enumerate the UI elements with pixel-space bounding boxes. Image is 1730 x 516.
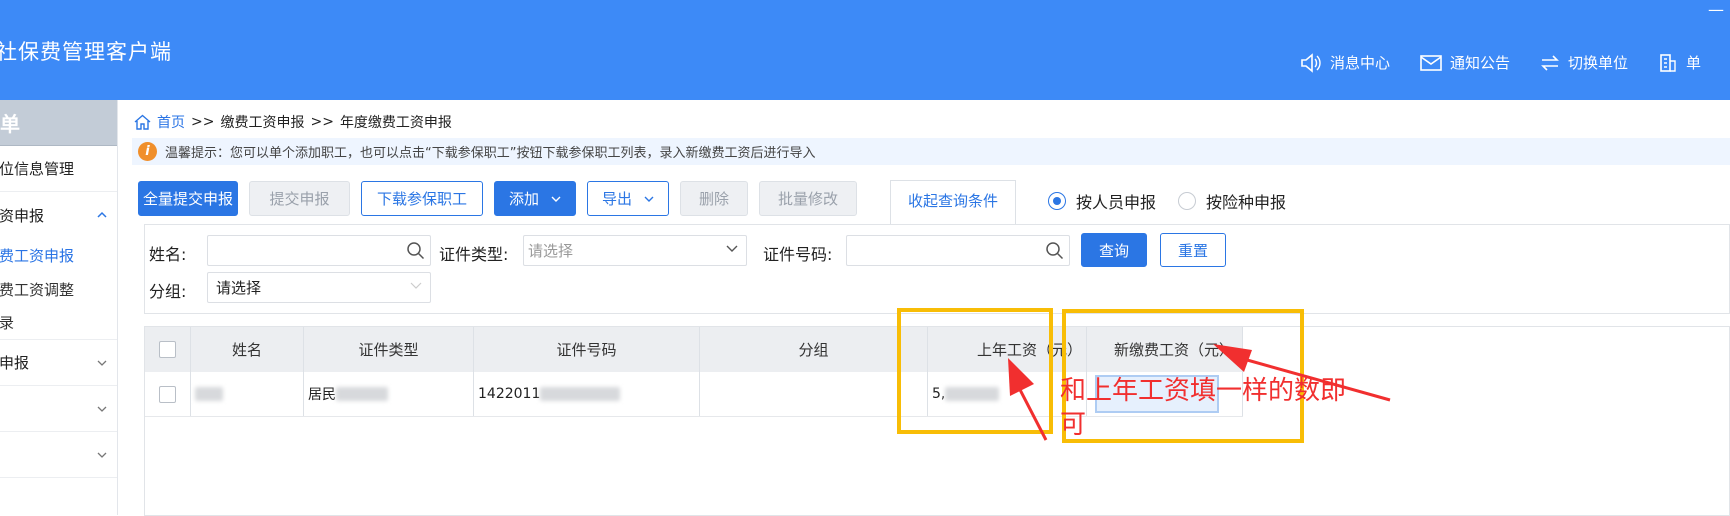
sidebar-item-collapsed-1[interactable] [0,386,117,432]
speaker-icon [1301,52,1321,73]
breadcrumb-home[interactable]: 首页 [134,112,185,132]
search-icon [407,242,425,260]
breadcrumb: 首页 >> 缴费工资申报 >> 年度缴费工资申报 [134,112,452,132]
nav-notice[interactable]: 通知公告 [1420,52,1510,73]
switch-icon [1541,54,1559,71]
nav-message-center[interactable]: 消息中心 [1300,52,1390,73]
row-checkbox[interactable] [159,385,176,403]
delete-button[interactable]: 删除 [680,181,748,216]
row-select-cell [145,372,191,416]
header-id-type[interactable]: 证件类型 [304,327,474,372]
radio-unchecked-icon [1178,192,1197,210]
sidebar: 菜单 单位信息管理 工资申报 缴费工资申报 缴费工资调整 记录 费申报 [0,100,118,515]
id-type-label: 证件类型: [439,245,509,264]
cell-id-number: 1422011 [474,372,700,416]
search-icon [1046,242,1064,260]
tip-text: 温馨提示：您可以单个添加职工，也可以点击“下载参保职工”按钮下载参保职工列表，录… [165,146,816,161]
group-select[interactable]: 请选择 [207,272,431,303]
chevron-up-icon [97,211,107,218]
sidebar-subitem-records[interactable]: 记录 [0,306,117,340]
chevron-down-icon [726,245,738,252]
name-input[interactable] [207,235,431,266]
sidebar-subitem-salary-declare[interactable]: 缴费工资申报 [0,238,117,272]
chevron-down-icon [97,406,107,412]
batch-edit-button[interactable]: 批量修改 [759,181,857,216]
group-label: 分组: [149,282,187,301]
export-button[interactable]: 导出 [587,181,669,216]
submit-all-button[interactable]: 全量提交申报 [138,181,238,216]
chevron-down-icon [644,196,654,202]
select-all-cell [145,327,191,372]
highlight-box-last-year-salary [897,308,1053,434]
annotation-text: 和上年工资填一样的数即可 [1060,376,1347,440]
header-name[interactable]: 姓名 [191,327,304,372]
sidebar-item-unit-info[interactable]: 单位信息管理 [0,146,117,192]
cell-id-type: 居民 [304,372,474,416]
radio-by-person[interactable]: 按人员申报 [1048,189,1156,213]
id-number-label: 证件号码: [763,245,833,264]
breadcrumb-separator: >> [310,114,334,130]
redaction-blur [195,387,223,401]
mail-icon [1420,54,1442,71]
id-number-input[interactable] [846,235,1070,266]
cell-group [700,372,928,416]
redaction-blur [540,387,621,401]
nav-unit[interactable]: 单 [1658,52,1701,73]
chevron-down-icon [97,452,107,458]
chevron-down-icon [551,196,561,202]
sidebar-item-salary-declare[interactable]: 工资申报 [0,192,117,238]
radio-by-insurance[interactable]: 按险种申报 [1178,189,1286,213]
reset-button[interactable]: 重置 [1160,233,1226,267]
name-label: 姓名: [149,245,187,264]
cell-name [191,372,304,416]
select-all-checkbox[interactable] [159,341,176,358]
sidebar-item-fee-declare[interactable]: 费申报 [0,340,117,386]
add-button[interactable]: 添加 [494,181,576,216]
submit-button[interactable]: 提交申报 [249,181,350,216]
title-bar: 社保费管理客户端 — 消息中心 通知公告 切换单位 单 [0,0,1730,100]
minimize-button[interactable]: — [1708,0,1724,19]
redaction-blur [336,387,388,401]
breadcrumb-level2[interactable]: 缴费工资申报 [220,112,304,132]
nav-unit-label: 单 [1686,54,1702,72]
sidebar-header: 菜单 [0,100,117,146]
app-title: 社保费管理客户端 [0,40,172,64]
query-button[interactable]: 查询 [1081,233,1147,267]
download-employees-button[interactable]: 下载参保职工 [361,181,483,216]
radio-checked-icon [1048,192,1066,210]
collapse-query-tab[interactable]: 收起查询条件 [890,180,1016,224]
id-type-select[interactable]: 请选择 [523,235,747,266]
tip-banner: i 温馨提示：您可以单个添加职工，也可以点击“下载参保职工”按钮下载参保职工列表… [132,138,1730,165]
declare-mode-radio-group: 按人员申报 按险种申报 [1048,189,1308,213]
home-icon [134,114,151,130]
top-nav: 消息中心 通知公告 切换单位 单 [1300,52,1730,73]
nav-message-center-label: 消息中心 [1330,54,1391,72]
filter-panel: 姓名: 证件类型: 请选择 证件号码: 查询 重置 分组: 请选择 [144,224,1730,314]
nav-switch-unit[interactable]: 切换单位 [1540,52,1628,73]
building-icon [1660,53,1676,72]
nav-notice-label: 通知公告 [1450,54,1511,72]
header-id-number[interactable]: 证件号码 [474,327,700,372]
header-group[interactable]: 分组 [700,327,928,372]
nav-switch-unit-label: 切换单位 [1568,54,1629,72]
chevron-down-icon [97,360,107,366]
sidebar-subitem-salary-adjust[interactable]: 缴费工资调整 [0,272,117,306]
breadcrumb-level3: 年度缴费工资申报 [339,115,452,131]
sidebar-item-collapsed-2[interactable] [0,432,117,478]
info-icon: i [138,142,157,161]
chevron-down-icon [410,282,422,289]
toolbar: 全量提交申报 提交申报 下载参保职工 添加 导出 删除 批量修改 [138,181,868,216]
breadcrumb-separator: >> [191,114,215,130]
